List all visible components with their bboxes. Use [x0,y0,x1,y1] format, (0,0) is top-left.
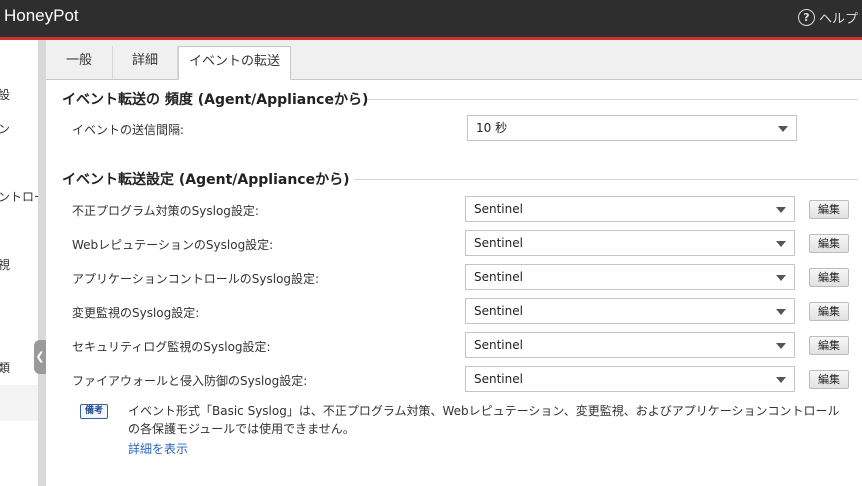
sidebar-item-2[interactable]: ン [0,120,10,137]
select-value: Sentinel [474,202,523,216]
send-interval-value: 10 秒 [476,121,508,135]
integrity-monitoring-edit-button[interactable]: 編集 [809,302,849,321]
tab-event-forwarding[interactable]: イベントの転送 [178,46,291,80]
dropdown-arrow-icon [776,309,786,315]
dropdown-arrow-icon [778,126,788,132]
section-divider [354,179,858,180]
tab-general[interactable]: 一般 [46,46,113,79]
select-value: Sentinel [474,338,523,352]
integrity-monitoring-syslog-select[interactable]: Sentinel [465,298,795,324]
firewall-ips-syslog-select[interactable]: Sentinel [465,366,795,392]
web-reputation-edit-button[interactable]: 編集 [809,234,849,253]
dropdown-arrow-icon [776,377,786,383]
log-inspection-syslog-select[interactable]: Sentinel [465,332,795,358]
dropdown-arrow-icon [776,207,786,213]
show-details-link[interactable]: 詳細を表示 [128,440,188,457]
note-badge: 備考 [80,404,108,419]
web-reputation-syslog-label: WebレピュテーションのSyslog設定: [72,238,274,252]
select-value: Sentinel [474,304,523,318]
tab-details[interactable]: 詳細 [113,46,178,79]
question-circle-icon: ? [797,9,815,26]
antimalware-syslog-select[interactable]: Sentinel [465,196,795,222]
dropdown-arrow-icon [776,343,786,349]
send-interval-select[interactable]: 10 秒 [467,115,797,141]
sidebar-item-1[interactable]: 設 [0,86,10,103]
firewall-ips-edit-button[interactable]: 編集 [809,370,849,389]
nav-selected-highlight [0,385,38,421]
main-panel: 一般 詳細 イベントの転送 イベント転送の 頻度 (Agent/Applianc… [46,40,862,486]
left-navigation: 設 ン ントロー 視 類 [0,40,39,486]
antimalware-syslog-label: 不正プログラム対策のSyslog設定: [72,204,259,218]
select-value: Sentinel [474,236,523,250]
dropdown-arrow-icon [776,275,786,281]
dropdown-arrow-icon [776,241,786,247]
select-value: Sentinel [474,372,523,386]
integrity-monitoring-syslog-label: 変更監視のSyslog設定: [72,306,200,320]
app-title: HoneyPot [4,6,79,25]
log-inspection-edit-button[interactable]: 編集 [809,336,849,355]
sidebar-item-4[interactable]: 視 [0,256,10,273]
splitter[interactable] [38,40,46,486]
sidebar-item-3[interactable]: ントロー [0,188,38,205]
forwarding-section-title: イベント転送設定 (Agent/Applianceから) [62,172,350,188]
app-control-syslog-label: アプリケーションコントロールのSyslog設定: [72,272,320,286]
chevron-left-icon[interactable]: ❮ [34,340,46,374]
app-control-edit-button[interactable]: 編集 [809,268,849,287]
note-text: イベント形式「Basic Syslog」は、不正プログラム対策、Webレピュテー… [128,404,840,436]
antimalware-edit-button[interactable]: 編集 [809,200,849,219]
firewall-ips-syslog-label: ファイアウォールと侵入防御のSyslog設定: [72,374,308,388]
top-bar: HoneyPot ? ヘルプ [0,0,862,40]
help-link[interactable]: ? ヘルプ [797,8,858,27]
log-inspection-syslog-label: セキュリティログ監視のSyslog設定: [72,340,271,354]
frequency-section-title: イベント転送の 頻度 (Agent/Applianceから) [62,92,369,108]
web-reputation-syslog-select[interactable]: Sentinel [465,230,795,256]
help-label: ヘルプ [818,12,858,27]
tab-bar: 一般 詳細 イベントの転送 [46,40,862,80]
section-divider [368,99,858,100]
app-control-syslog-select[interactable]: Sentinel [465,264,795,290]
sidebar-item-5[interactable]: 類 [0,359,10,376]
select-value: Sentinel [474,270,523,284]
send-interval-label: イベントの送信間隔: [72,123,185,137]
